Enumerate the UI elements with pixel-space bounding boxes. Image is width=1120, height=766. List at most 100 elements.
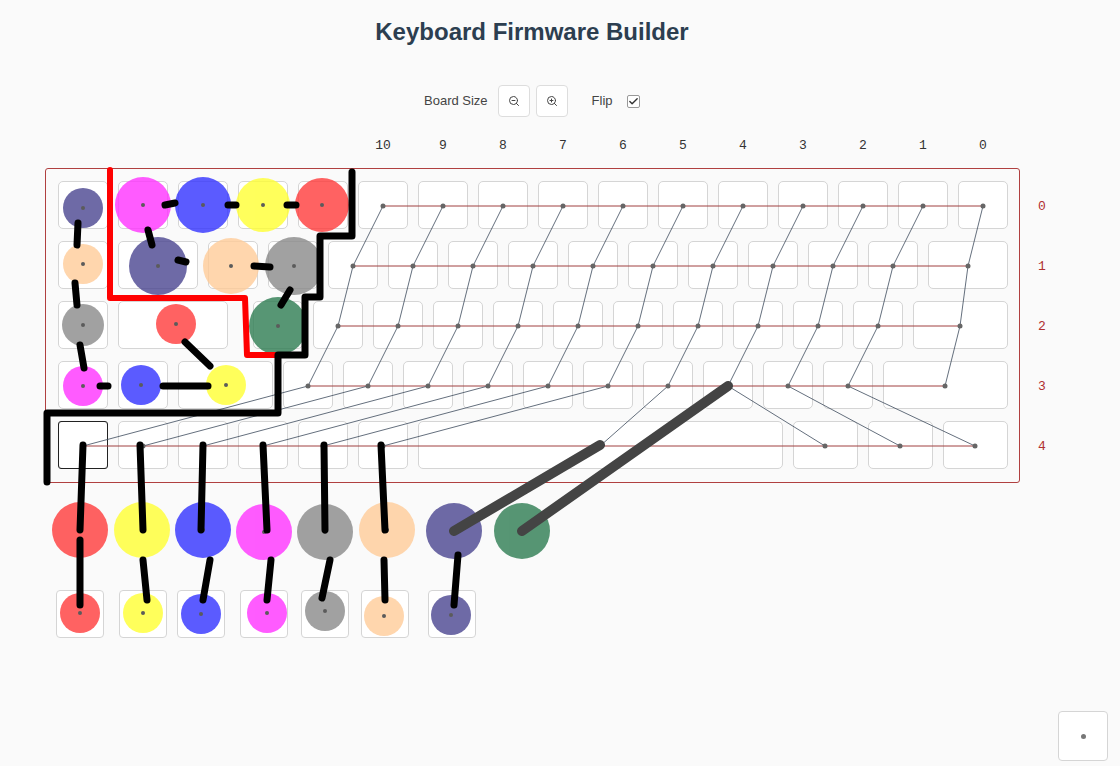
key[interactable]	[178, 421, 228, 469]
wire-marker[interactable]	[63, 244, 103, 284]
wire-marker[interactable]	[129, 237, 187, 295]
zoom-in-button[interactable]	[536, 85, 568, 117]
key[interactable]	[298, 421, 348, 469]
key[interactable]	[883, 361, 1008, 409]
key[interactable]	[928, 241, 1008, 289]
key[interactable]	[523, 361, 573, 409]
key[interactable]	[613, 301, 663, 349]
flip-checkbox[interactable]	[627, 95, 640, 108]
wire-marker[interactable]	[249, 297, 307, 355]
key[interactable]	[343, 361, 393, 409]
key[interactable]	[448, 241, 498, 289]
key[interactable]	[358, 421, 408, 469]
key[interactable]	[583, 361, 633, 409]
wire-marker[interactable]	[175, 177, 231, 233]
wire-marker[interactable]	[114, 502, 170, 558]
key[interactable]	[538, 181, 588, 229]
key[interactable]	[313, 301, 363, 349]
key[interactable]	[853, 301, 903, 349]
wire-marker[interactable]	[203, 238, 259, 294]
wire-marker[interactable]	[121, 365, 161, 405]
key[interactable]	[913, 301, 1008, 349]
wire-marker[interactable]	[62, 304, 104, 346]
wire-marker[interactable]	[181, 594, 221, 634]
key[interactable]	[733, 301, 783, 349]
key[interactable]	[403, 361, 453, 409]
wire-marker[interactable]	[359, 502, 415, 558]
wire-marker[interactable]	[123, 593, 163, 633]
key[interactable]	[958, 181, 1008, 229]
key[interactable]	[58, 421, 108, 469]
wire-marker[interactable]	[63, 366, 103, 406]
key[interactable]	[868, 241, 918, 289]
key[interactable]	[478, 181, 528, 229]
column-label: 1	[908, 138, 938, 154]
key[interactable]	[643, 361, 693, 409]
marker-dot	[292, 264, 296, 268]
key[interactable]	[283, 361, 333, 409]
wire-marker[interactable]	[494, 503, 550, 559]
wire-marker[interactable]	[295, 178, 349, 232]
key[interactable]	[628, 241, 678, 289]
row-label: 4	[1027, 439, 1057, 455]
key[interactable]	[778, 181, 828, 229]
key[interactable]	[898, 181, 948, 229]
key[interactable]	[493, 301, 543, 349]
wire-marker[interactable]	[236, 504, 292, 560]
key[interactable]	[943, 421, 1008, 469]
key[interactable]	[568, 241, 618, 289]
key[interactable]	[118, 421, 168, 469]
key[interactable]	[418, 181, 468, 229]
key[interactable]	[358, 181, 408, 229]
key[interactable]	[838, 181, 888, 229]
key[interactable]	[808, 241, 858, 289]
key[interactable]	[793, 421, 858, 469]
column-label: 10	[368, 138, 398, 154]
flip-label: Flip	[592, 91, 613, 111]
wire-marker[interactable]	[265, 237, 323, 295]
key[interactable]	[748, 241, 798, 289]
marker-dot	[141, 611, 145, 615]
page-title: Keyboard Firmware Builder	[0, 16, 1064, 48]
wire-marker[interactable]	[305, 591, 345, 631]
key[interactable]	[373, 301, 423, 349]
key[interactable]	[868, 421, 933, 469]
wire-marker[interactable]	[247, 593, 287, 633]
wire-marker[interactable]	[206, 365, 246, 405]
key[interactable]	[763, 361, 813, 409]
wire-marker[interactable]	[297, 504, 353, 560]
key[interactable]	[553, 301, 603, 349]
key[interactable]	[388, 241, 438, 289]
wire-marker[interactable]	[60, 593, 100, 633]
key[interactable]	[793, 301, 843, 349]
key[interactable]	[823, 361, 873, 409]
key[interactable]	[703, 361, 753, 409]
key[interactable]	[718, 181, 768, 229]
key[interactable]	[433, 301, 483, 349]
wire-marker[interactable]	[63, 188, 103, 228]
key[interactable]	[658, 181, 708, 229]
key[interactable]	[688, 241, 738, 289]
key[interactable]	[463, 361, 513, 409]
board-size-label: Board Size	[424, 91, 488, 111]
key[interactable]	[598, 181, 648, 229]
key-selected[interactable]	[58, 421, 108, 469]
wire-marker[interactable]	[236, 178, 290, 232]
zoom-out-button[interactable]	[498, 85, 530, 117]
key[interactable]	[418, 421, 783, 469]
marker-dot	[265, 611, 269, 615]
key[interactable]	[238, 421, 288, 469]
wire-marker[interactable]	[364, 596, 404, 636]
corner-pad[interactable]	[1058, 711, 1108, 761]
wire-marker[interactable]	[156, 304, 196, 344]
wire-marker[interactable]	[115, 177, 171, 233]
key[interactable]	[328, 241, 378, 289]
wire-marker[interactable]	[426, 503, 482, 559]
key[interactable]	[673, 301, 723, 349]
wire-marker[interactable]	[52, 502, 108, 558]
marker-dot	[174, 322, 178, 326]
wire-marker[interactable]	[431, 595, 471, 635]
key[interactable]	[508, 241, 558, 289]
marker-dot	[140, 528, 144, 532]
wire-marker[interactable]	[175, 502, 231, 558]
